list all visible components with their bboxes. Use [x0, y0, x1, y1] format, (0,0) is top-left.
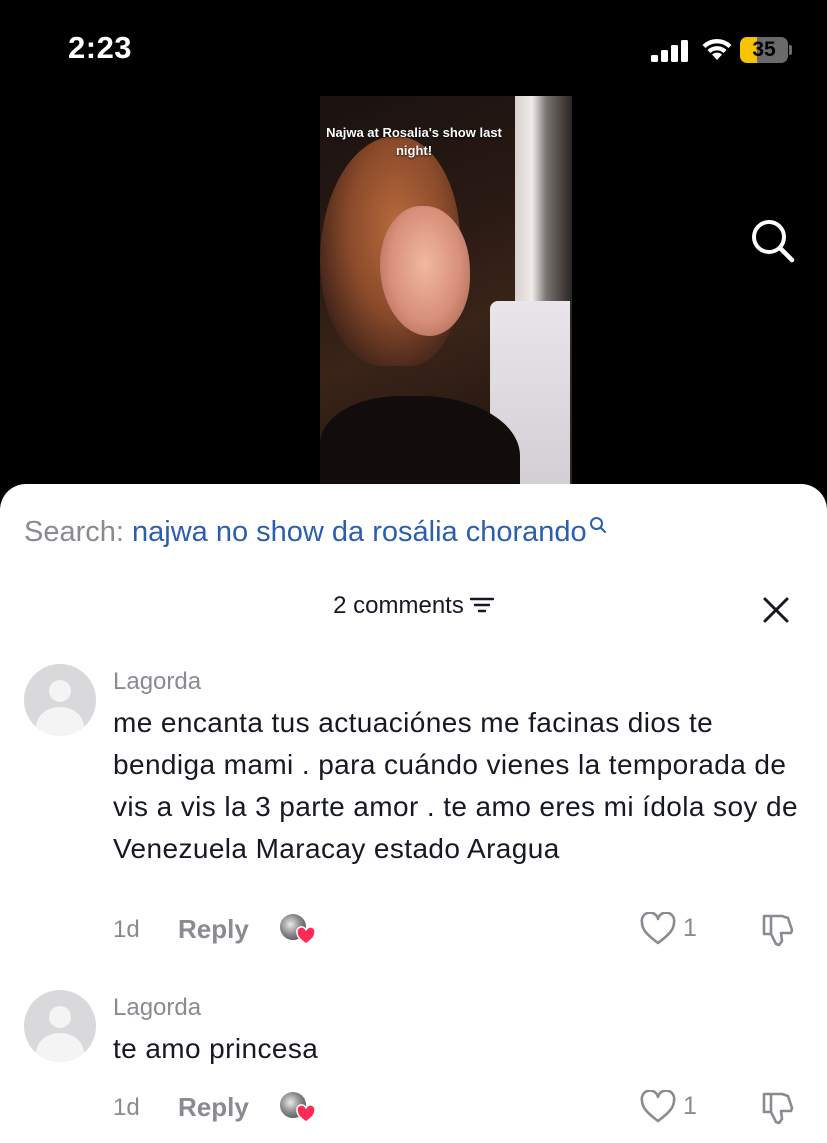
search-icon[interactable] — [748, 216, 796, 264]
like-count: 1 — [683, 914, 697, 942]
cellular-signal-icon — [651, 40, 688, 62]
reply-button[interactable]: Reply — [178, 1092, 249, 1123]
like-heart-icon[interactable] — [640, 912, 676, 946]
like-count: 1 — [683, 1092, 697, 1120]
dislike-icon[interactable] — [760, 912, 796, 948]
wifi-icon — [702, 38, 732, 60]
creator-liked-badge — [278, 912, 318, 948]
avatar[interactable] — [24, 664, 96, 736]
comment-username[interactable]: Lagorda — [113, 668, 201, 696]
like-heart-icon[interactable] — [640, 1090, 676, 1124]
comment-time: 1d — [113, 916, 140, 943]
comments-header[interactable]: 2 comments — [0, 592, 827, 620]
video-thumbnail[interactable]: Najwa at Rosalia's show last night! — [320, 96, 572, 516]
battery-indicator: 35 — [740, 37, 792, 63]
comment-text: me encanta tus actuaciónes me facinas di… — [113, 707, 798, 864]
status-time: 2:23 — [68, 30, 133, 65]
battery-percent: 35 — [752, 38, 776, 61]
comments-sheet: Search: najwa no show da rosália chorand… — [0, 484, 827, 1143]
creator-liked-badge — [278, 1090, 318, 1126]
heart-icon — [296, 926, 316, 945]
search-icon — [589, 517, 606, 533]
heart-icon — [296, 1104, 316, 1123]
close-icon[interactable] — [760, 594, 792, 626]
related-search[interactable]: Search: najwa no show da rosália chorand… — [24, 516, 607, 549]
comment-username[interactable]: Lagorda — [113, 994, 201, 1022]
search-label: Search: — [24, 516, 124, 548]
video-caption: Najwa at Rosalia's show last night! — [326, 125, 502, 158]
comments-count: 2 comments — [333, 592, 464, 619]
dislike-icon[interactable] — [760, 1090, 796, 1126]
reply-button[interactable]: Reply — [178, 914, 249, 945]
comment-text: te amo princesa — [113, 1033, 319, 1064]
video-area: Najwa at Rosalia's show last night! — [0, 96, 827, 516]
comment-time: 1d — [113, 1094, 140, 1121]
status-bar: 2:23 35 — [0, 0, 827, 96]
search-query-link[interactable]: najwa no show da rosália chorando — [132, 516, 587, 548]
sort-filter-icon[interactable] — [469, 596, 494, 614]
avatar[interactable] — [24, 990, 96, 1062]
